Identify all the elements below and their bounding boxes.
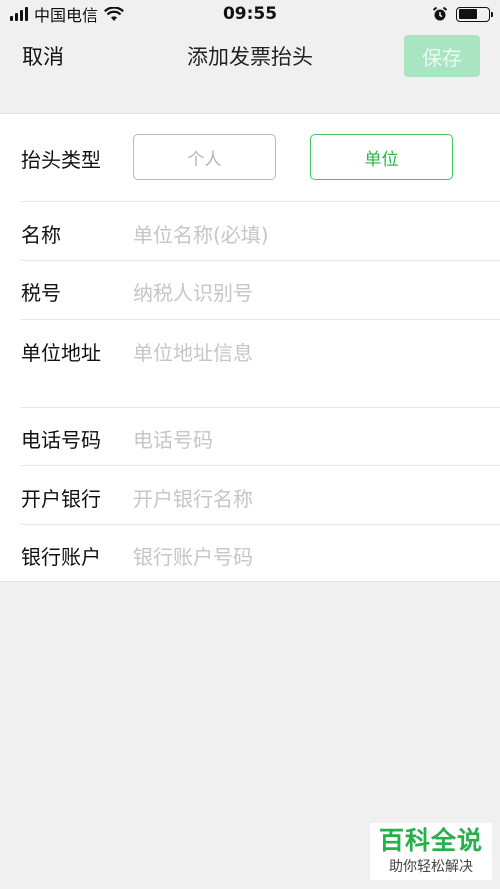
- alarm-icon: [432, 6, 448, 21]
- watermark-subtitle: 助你轻松解决: [389, 859, 473, 876]
- address-input[interactable]: 单位地址信息: [133, 337, 253, 366]
- phone-label: 电话号码: [21, 428, 101, 452]
- bank-account-label: 银行账户: [21, 545, 101, 569]
- address-row[interactable]: 单位地址 单位地址信息: [0, 320, 500, 407]
- invoice-header-form: 抬头类型 个人 单位 名称 单位名称(必填) 税号 纳税人识别号 单位地址 单位…: [0, 113, 500, 582]
- save-button[interactable]: 保存: [404, 35, 480, 77]
- tax-number-label: 税号: [21, 281, 61, 305]
- tax-number-input[interactable]: 纳税人识别号: [133, 277, 253, 306]
- name-input[interactable]: 单位名称(必填): [133, 219, 269, 248]
- status-left: 中国电信: [10, 2, 124, 26]
- tax-number-row[interactable]: 税号 纳税人识别号: [0, 261, 500, 319]
- status-right: [432, 6, 493, 22]
- phone-row[interactable]: 电话号码 电话号码: [0, 408, 500, 465]
- battery-icon: [456, 6, 493, 22]
- bank-account-input[interactable]: 银行账户号码: [133, 541, 253, 570]
- status-bar: 中国电信 09:55: [0, 0, 500, 28]
- name-label: 名称: [21, 223, 61, 247]
- signal-icon: [10, 7, 28, 21]
- name-row[interactable]: 名称 单位名称(必填): [0, 202, 500, 260]
- bank-input[interactable]: 开户银行名称: [133, 483, 253, 512]
- title-type-label: 抬头类型: [21, 148, 101, 172]
- watermark-logo: 百科全说 助你轻松解决: [370, 823, 492, 880]
- cancel-button[interactable]: 取消: [22, 41, 64, 71]
- type-company-button[interactable]: 单位: [310, 134, 453, 180]
- wifi-icon: [104, 6, 124, 21]
- watermark-title: 百科全说: [378, 825, 483, 855]
- type-personal-button[interactable]: 个人: [133, 134, 276, 180]
- phone-input[interactable]: 电话号码: [133, 424, 213, 453]
- nav-bar: 取消 添加发票抬头 保存: [0, 28, 500, 84]
- address-label: 单位地址: [21, 341, 101, 365]
- bank-account-row[interactable]: 银行账户 银行账户号码: [0, 525, 500, 582]
- bank-label: 开户银行: [21, 487, 101, 511]
- carrier-name: 中国电信: [34, 6, 99, 25]
- bank-row[interactable]: 开户银行 开户银行名称: [0, 466, 500, 524]
- title-type-row: 抬头类型 个人 单位: [0, 114, 500, 201]
